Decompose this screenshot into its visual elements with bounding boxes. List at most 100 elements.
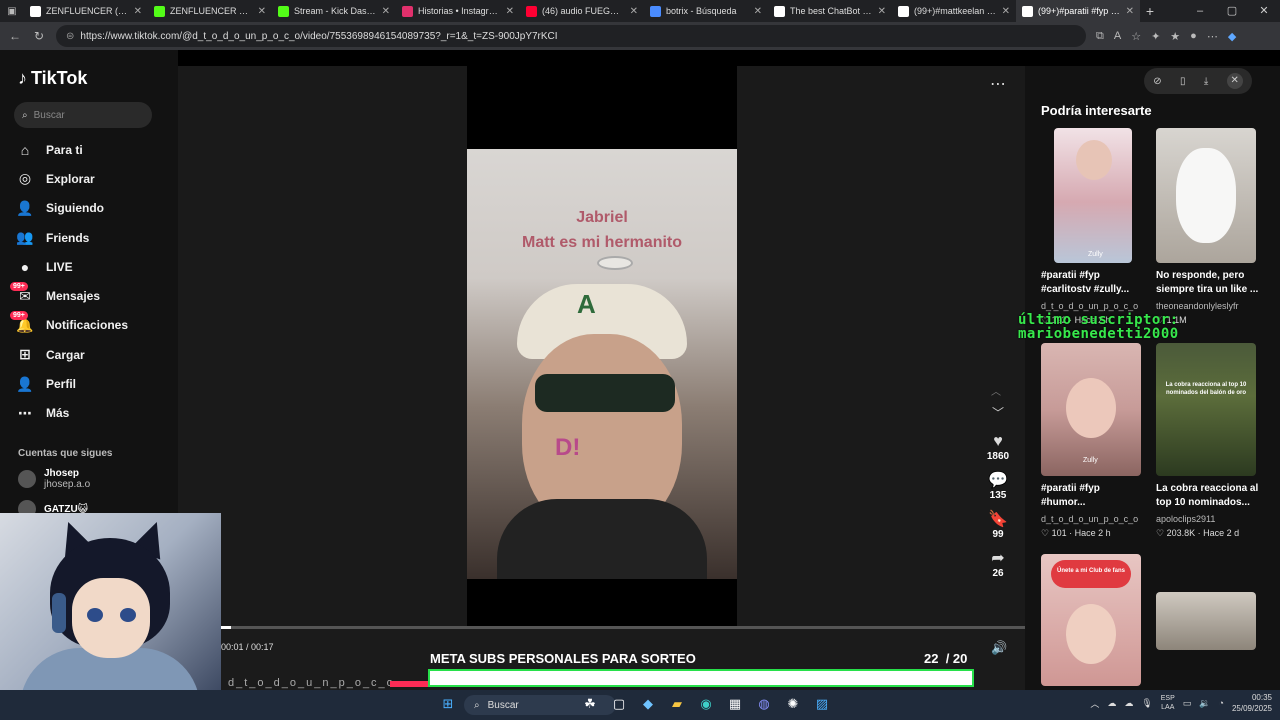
rec-title-4[interactable]: La cobra reacciona al top 10 nominados..… bbox=[1156, 482, 1266, 510]
sidebar-item-m-s[interactable]: ⋯ Más bbox=[16, 399, 128, 428]
tab-close-icon[interactable]: ✕ bbox=[506, 6, 514, 17]
video-frame[interactable]: A D! Jabriel Matt es mi hermanito bbox=[467, 149, 737, 579]
copilot-app-icon[interactable]: ◆ bbox=[638, 694, 658, 714]
tab-close-icon[interactable]: ✕ bbox=[1126, 6, 1134, 17]
tab-close-icon[interactable]: ✕ bbox=[258, 6, 266, 17]
rec-user-1[interactable]: d_t_o_d_o_un_p_o_c_o bbox=[1041, 301, 1138, 311]
chatgpt-icon[interactable]: ✺ bbox=[783, 694, 803, 714]
browser-tab[interactable]: Historias • Instagram ✕ bbox=[396, 0, 520, 22]
tray-expand-icon[interactable]: ︿ bbox=[1090, 697, 1099, 710]
sidebar-item-friends[interactable]: 👥 Friends bbox=[16, 223, 128, 252]
tab-close-icon[interactable]: ✕ bbox=[754, 6, 762, 17]
tab-close-icon[interactable]: ✕ bbox=[382, 6, 390, 17]
sidebar-item-siguiendo[interactable]: 👤 Siguiendo bbox=[16, 194, 128, 223]
rec-title-1[interactable]: #paratii #fyp #carlitostv #zully... bbox=[1041, 269, 1146, 297]
notification-badge: 99+ bbox=[10, 282, 28, 292]
like-icon[interactable]: ♥ bbox=[982, 433, 1014, 451]
rec-user-4[interactable]: apoloclips2911 bbox=[1156, 514, 1215, 524]
browser-tab[interactable]: (99+)#mattkeelan #ma ✕ bbox=[892, 0, 1016, 22]
wifi-icon[interactable]: ◔ bbox=[1219, 698, 1224, 708]
next-video-icon[interactable]: ﹀ bbox=[982, 404, 1014, 421]
app-icon[interactable]: ▨ bbox=[812, 694, 832, 714]
volume-icon[interactable]: 🔊 bbox=[991, 640, 1007, 656]
widgets-icon[interactable]: ☘ bbox=[580, 694, 600, 714]
share-icon[interactable]: ➦ bbox=[982, 548, 1014, 568]
browser-tab[interactable]: (46) audio FUEGO, FUE ✕ bbox=[520, 0, 644, 22]
sidebar-item-mensajes[interactable]: 99+ ✉ Mensajes bbox=[10, 281, 128, 310]
extensions-icon[interactable]: ✦ bbox=[1151, 30, 1160, 43]
close-window-button[interactable]: ✕ bbox=[1248, 0, 1280, 22]
search-input[interactable]: ⌕ Buscar bbox=[14, 102, 152, 128]
rec-title-3[interactable]: #paratii #fyp #humor... bbox=[1041, 482, 1146, 510]
store-icon[interactable]: ▦ bbox=[725, 694, 745, 714]
browser-tab[interactable]: (99+)#paratii #fyp #hu ✕ bbox=[1016, 0, 1140, 22]
following-item[interactable]: Jhosep jhosep.a.o bbox=[18, 468, 90, 490]
sidebar-item-cargar[interactable]: ⊞ Cargar bbox=[16, 340, 128, 369]
clock[interactable]: 00:35 25/09/2025 bbox=[1232, 692, 1272, 714]
download-icon[interactable]: ⤓ bbox=[1204, 76, 1208, 87]
rec-thumbnail-2[interactable] bbox=[1156, 128, 1256, 263]
display-icon[interactable]: ▭ bbox=[1183, 698, 1192, 709]
new-tab-button[interactable]: + bbox=[1140, 3, 1160, 19]
browser-tab[interactable]: botrix - Búsqueda ✕ bbox=[644, 0, 768, 22]
rec-user-2[interactable]: theoneandonlyleslyfr bbox=[1156, 301, 1239, 311]
onedrive-icon[interactable]: ☁ bbox=[1107, 698, 1116, 709]
pip-icon[interactable]: ⊘ bbox=[1153, 76, 1161, 87]
save-icon[interactable]: 🔖 bbox=[982, 509, 1014, 529]
tab-close-icon[interactable]: ✕ bbox=[134, 6, 142, 17]
mic-icon[interactable]: 🎙 bbox=[1141, 698, 1152, 709]
discord-icon[interactable]: ◍ bbox=[754, 694, 774, 714]
tab-close-icon[interactable]: ✕ bbox=[878, 6, 886, 17]
tab-actions-icon[interactable]: ▣ bbox=[0, 6, 24, 17]
reload-icon[interactable]: ↻ bbox=[32, 29, 46, 43]
icon-glyph: ⋯ bbox=[18, 404, 32, 421]
sidebar-item-label: Más bbox=[46, 406, 70, 421]
close-panel-icon[interactable]: ✕ bbox=[1226, 73, 1243, 89]
favorites-icon[interactable]: ★ bbox=[1170, 30, 1180, 43]
browser-tab[interactable]: ZENFLUENCER Stream ✕ bbox=[148, 0, 272, 22]
rec-thumbnail-4[interactable]: La cobra reacciona al top 10 nominados d… bbox=[1156, 343, 1256, 476]
rec-title-2[interactable]: No responde, pero siempre tira un like .… bbox=[1156, 269, 1266, 297]
comment-icon[interactable]: 💬 bbox=[982, 470, 1014, 490]
start-icon[interactable]: ⊞ bbox=[438, 694, 458, 714]
edge-icon[interactable]: ◉ bbox=[696, 694, 716, 714]
sidebar-item-notificaciones[interactable]: 99+ 🔔 Notificaciones bbox=[10, 311, 128, 340]
browser-menu-icon[interactable]: ⋯ bbox=[1207, 30, 1218, 43]
sidebar-item-explorar[interactable]: ◎ Explorar bbox=[16, 164, 128, 193]
sidebar-item-perfil[interactable]: 👤 Perfil bbox=[16, 369, 128, 398]
tab-close-icon[interactable]: ✕ bbox=[630, 6, 638, 17]
rec-thumbnail-3[interactable]: Zully bbox=[1041, 343, 1141, 476]
rec-thumbnail-5[interactable]: Únete a mi Club de fans bbox=[1041, 554, 1141, 686]
device-icon[interactable]: ▯ bbox=[1180, 76, 1186, 87]
rec-thumbnail-1[interactable]: Zully bbox=[1054, 128, 1132, 263]
rec-user-3[interactable]: d_t_o_d_o_un_p_o_c_o bbox=[1041, 514, 1138, 524]
sidebar-item-live[interactable]: ● LIVE bbox=[16, 252, 128, 281]
minimize-button[interactable]: – bbox=[1184, 0, 1216, 22]
task-view-icon[interactable]: ▢ bbox=[609, 694, 629, 714]
rec-thumbnail-6[interactable] bbox=[1156, 592, 1256, 650]
video-progress-bar[interactable] bbox=[221, 626, 1025, 629]
file-explorer-icon[interactable]: ▰ bbox=[667, 694, 687, 714]
following-header: Cuentas que sigues bbox=[18, 448, 113, 459]
cloud-icon[interactable]: ☁ bbox=[1124, 698, 1133, 709]
restore-button[interactable]: ▢ bbox=[1216, 0, 1248, 22]
profile-avatar-icon[interactable]: ● bbox=[1190, 30, 1197, 43]
url-field[interactable]: ⊜ https://www.tiktok.com/@d_t_o_d_o_un_p… bbox=[56, 25, 1086, 47]
app-available-icon[interactable]: ⧉ bbox=[1096, 30, 1104, 43]
browser-tab[interactable]: ZENFLUENCER (@zenfl ✕ bbox=[24, 0, 148, 22]
read-aloud-icon[interactable]: A bbox=[1114, 30, 1121, 43]
back-icon[interactable]: ← bbox=[8, 29, 22, 43]
copilot-icon[interactable]: ◆ bbox=[1228, 30, 1236, 43]
video-more-options-icon[interactable]: ⋯ bbox=[990, 74, 1006, 94]
volume-tray-icon[interactable]: 🔉 bbox=[1199, 698, 1210, 709]
language-indicator[interactable]: ESP LAA bbox=[1161, 694, 1175, 712]
sidebar-item-label: LIVE bbox=[46, 259, 73, 274]
site-info-icon[interactable]: ⊜ bbox=[66, 31, 74, 42]
sidebar-item-para-ti[interactable]: ⌂ Para ti bbox=[16, 135, 128, 164]
follow-button-partial[interactable] bbox=[390, 681, 430, 687]
browser-tab[interactable]: The best ChatBot and V ✕ bbox=[768, 0, 892, 22]
favorite-star-icon[interactable]: ☆ bbox=[1131, 30, 1141, 43]
tab-close-icon[interactable]: ✕ bbox=[1002, 6, 1010, 17]
tiktok-logo[interactable]: ♪ TikTok bbox=[18, 68, 87, 89]
browser-tab[interactable]: Stream - Kick Dashbo ✕ bbox=[272, 0, 396, 22]
